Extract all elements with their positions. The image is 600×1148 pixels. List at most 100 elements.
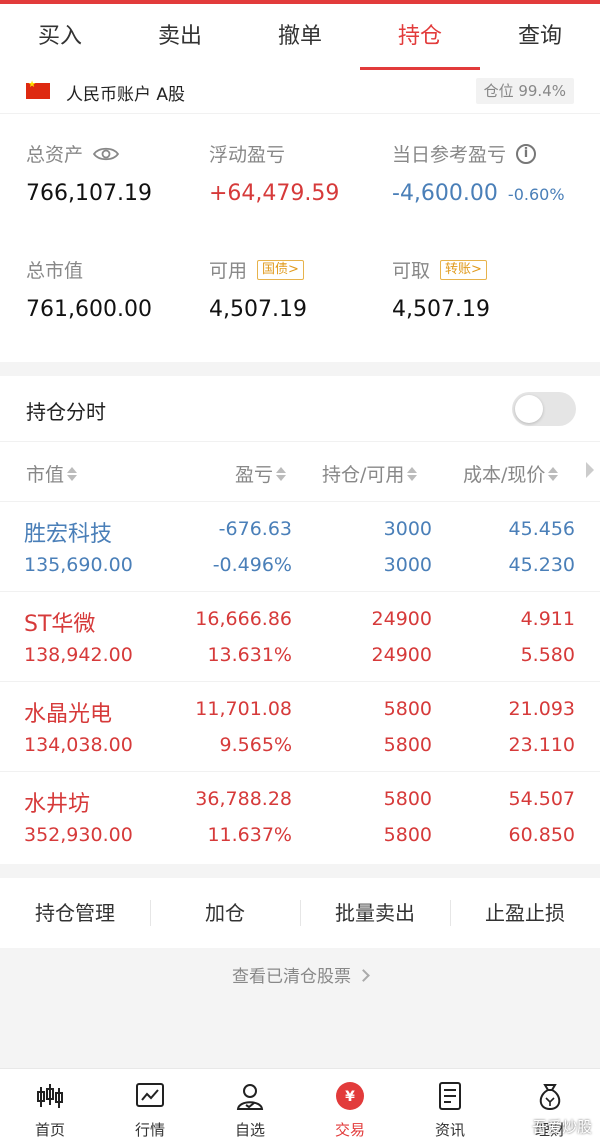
available-value: 4,507.19 bbox=[209, 297, 307, 322]
nav-watchlist[interactable]: 自选 bbox=[200, 1069, 300, 1148]
daily-pl-label: 当日参考盈亏 bbox=[392, 144, 507, 166]
view-cleared-stocks-label: 查看已清仓股票 bbox=[232, 967, 351, 987]
table-row[interactable]: 胜宏科技 135,690.00 -676.63 -0.496% 3000 300… bbox=[0, 502, 600, 592]
col-cost-price[interactable]: 成本/现价 bbox=[463, 460, 559, 487]
treasury-bond-tag[interactable]: 国债> bbox=[257, 259, 304, 280]
market-value-label: 总市值 bbox=[26, 260, 84, 282]
trade-tabs: 买入 卖出 撤单 持仓 查询 bbox=[0, 4, 600, 70]
floating-pl: 浮动盈亏 +64,479.59 bbox=[209, 140, 339, 206]
stock-pl-percent: -0.496% bbox=[212, 554, 292, 576]
view-cleared-stocks-link[interactable]: 查看已清仓股票 bbox=[0, 962, 600, 987]
stock-pl: 36,788.28 bbox=[195, 788, 292, 810]
table-row[interactable]: 水井坊 352,930.00 36,788.28 11.637% 5800 58… bbox=[0, 772, 600, 862]
stock-pl-percent: 9.565% bbox=[219, 734, 292, 756]
position-timeshare-row: 持仓分时 bbox=[0, 376, 600, 442]
stock-market-value: 352,930.00 bbox=[24, 824, 133, 846]
market-value-value: 761,600.00 bbox=[26, 297, 152, 322]
holdings-panel: 持仓分时 市值 盈亏 持仓/可用 成本/现价 胜宏科技 135,690.00 -… bbox=[0, 376, 600, 864]
tab-query[interactable]: 查询 bbox=[480, 4, 600, 70]
eye-icon[interactable] bbox=[93, 146, 120, 162]
tab-cancel[interactable]: 撤单 bbox=[240, 4, 360, 70]
daily-pl-value: -4,600.00 bbox=[392, 181, 498, 206]
stock-available: 5800 bbox=[383, 734, 432, 756]
nav-market[interactable]: 行情 bbox=[100, 1069, 200, 1148]
floating-pl-label: 浮动盈亏 bbox=[209, 144, 286, 166]
info-icon[interactable]: i bbox=[516, 143, 537, 164]
nav-home[interactable]: 首页 bbox=[0, 1069, 100, 1148]
manage-positions-button[interactable]: 持仓管理 bbox=[0, 878, 150, 948]
stock-name: ST华微 bbox=[24, 612, 96, 637]
daily-pl-percent: -0.60% bbox=[507, 185, 565, 204]
nav-market-label: 行情 bbox=[134, 1121, 165, 1139]
stock-market-value: 138,942.00 bbox=[24, 644, 133, 666]
table-row[interactable]: ST华微 138,942.00 16,666.86 13.631% 24900 … bbox=[0, 592, 600, 682]
stock-pl: 11,701.08 bbox=[195, 698, 292, 720]
stock-pl: -676.63 bbox=[218, 518, 292, 540]
floating-pl-value: +64,479.59 bbox=[209, 181, 340, 206]
withdrawable-funds: 可取 转账> 4,507.19 bbox=[392, 256, 490, 322]
col-market-value[interactable]: 市值 bbox=[26, 460, 78, 487]
account-summary: 人民币账户 A股 仓位 99.4% 总资产 766,107.19 浮动盈亏 +6… bbox=[0, 70, 600, 362]
stock-available: 3000 bbox=[383, 554, 432, 576]
scroll-right-icon[interactable] bbox=[586, 462, 594, 478]
nav-home-label: 首页 bbox=[34, 1121, 65, 1139]
table-row[interactable]: 水晶光电 134,038.00 11,701.08 9.565% 5800 58… bbox=[0, 682, 600, 772]
stock-cost: 45.456 bbox=[508, 518, 575, 540]
available-label: 可用 bbox=[209, 260, 248, 282]
stock-available: 5800 bbox=[383, 824, 432, 846]
stock-name: 胜宏科技 bbox=[24, 522, 113, 547]
nav-news-label: 资讯 bbox=[434, 1121, 465, 1139]
stock-price: 45.230 bbox=[508, 554, 575, 576]
add-position-button[interactable]: 加仓 bbox=[150, 878, 300, 948]
toggle-knob bbox=[515, 395, 543, 423]
tab-buy[interactable]: 买入 bbox=[0, 4, 120, 70]
stock-cost: 54.507 bbox=[508, 788, 575, 810]
nav-watchlist-label: 自选 bbox=[234, 1121, 265, 1139]
account-name[interactable]: 人民币账户 A股 bbox=[66, 80, 185, 105]
stock-pl: 16,666.86 bbox=[195, 608, 292, 630]
document-icon bbox=[439, 1082, 461, 1110]
nav-trade[interactable]: ¥ 交易 bbox=[300, 1069, 400, 1148]
svg-text:¥: ¥ bbox=[345, 1089, 355, 1105]
stop-profit-loss-button[interactable]: 止盈止损 bbox=[450, 878, 600, 948]
sort-icon bbox=[276, 466, 287, 482]
transfer-tag[interactable]: 转账> bbox=[440, 259, 487, 280]
col-profit-loss[interactable]: 盈亏 bbox=[235, 460, 287, 487]
stock-position: 5800 bbox=[383, 698, 432, 720]
available-funds: 可用 国债> 4,507.19 bbox=[209, 256, 307, 322]
stock-position: 3000 bbox=[383, 518, 432, 540]
batch-sell-button[interactable]: 批量卖出 bbox=[300, 878, 450, 948]
stock-price: 60.850 bbox=[508, 824, 575, 846]
stock-cost: 4.911 bbox=[520, 608, 575, 630]
withdrawable-label: 可取 bbox=[392, 260, 431, 282]
stock-pl-percent: 13.631% bbox=[207, 644, 292, 666]
nav-trade-label: 交易 bbox=[334, 1121, 365, 1139]
position-timeshare-toggle[interactable] bbox=[512, 392, 576, 426]
nav-news[interactable]: 资讯 bbox=[400, 1069, 500, 1148]
yuan-icon: ¥ bbox=[336, 1082, 364, 1110]
china-flag-icon bbox=[26, 80, 50, 99]
stock-market-value: 135,690.00 bbox=[24, 554, 133, 576]
bottom-navigation: 首页 行情 自选 ¥ 交易 资讯 理财 bbox=[0, 1068, 600, 1148]
stock-available: 24900 bbox=[371, 644, 432, 666]
position-ratio-badge: 仓位 99.4% bbox=[475, 78, 574, 104]
total-assets-value: 766,107.19 bbox=[26, 181, 152, 206]
tab-sell[interactable]: 卖出 bbox=[120, 4, 240, 70]
withdrawable-value: 4,507.19 bbox=[392, 297, 490, 322]
stock-price: 23.110 bbox=[508, 734, 575, 756]
col-position-available[interactable]: 持仓/可用 bbox=[322, 460, 418, 487]
stock-pl-percent: 11.637% bbox=[207, 824, 292, 846]
chevron-right-icon bbox=[357, 969, 370, 982]
sort-icon bbox=[67, 466, 78, 482]
user-icon bbox=[236, 1084, 264, 1110]
holdings-table-header: 市值 盈亏 持仓/可用 成本/现价 bbox=[0, 442, 600, 502]
market-value: 总市值 761,600.00 bbox=[26, 256, 152, 322]
candlestick-icon bbox=[37, 1084, 63, 1108]
stock-position: 5800 bbox=[383, 788, 432, 810]
watermark: 吾爱炒股 bbox=[531, 1118, 592, 1136]
stock-cost: 21.093 bbox=[508, 698, 575, 720]
tab-positions[interactable]: 持仓 bbox=[360, 4, 480, 70]
daily-pl: 当日参考盈亏 i -4,600.00 -0.60% bbox=[392, 140, 565, 206]
sort-icon bbox=[407, 466, 418, 482]
money-bag-icon bbox=[539, 1084, 561, 1111]
